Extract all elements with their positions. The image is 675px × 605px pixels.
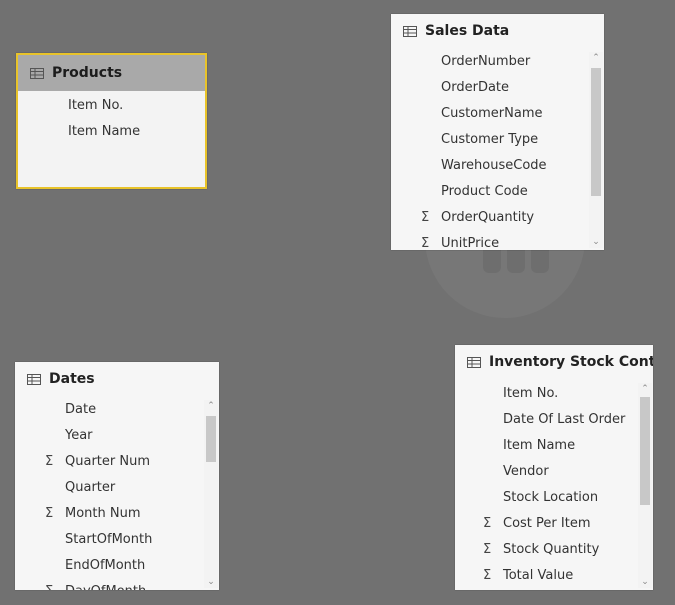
- field-label: OrderNumber: [441, 54, 531, 69]
- table-title: Dates: [49, 371, 95, 387]
- field-label: Stock Quantity: [503, 542, 600, 557]
- field-item[interactable]: Stock Location: [455, 485, 653, 511]
- table-card-sales-data[interactable]: Sales Data OrderNumber OrderDate CustomerN…: [391, 14, 604, 250]
- table-card-dates[interactable]: Dates Date Year Σ Quarter Num Quarter Σ Month …: [15, 362, 219, 590]
- field-label: DayOfMonth: [65, 584, 146, 590]
- scrollbar[interactable]: ⌃ ⌄: [638, 383, 652, 588]
- field-item[interactable]: StartOfMonth: [15, 527, 219, 553]
- table-icon: [30, 67, 44, 79]
- field-label: Month Num: [65, 506, 141, 521]
- field-list: OrderNumber OrderDate CustomerName Customer…: [391, 48, 604, 250]
- field-label: Quarter: [65, 480, 116, 495]
- field-item[interactable]: Item No.: [18, 93, 205, 119]
- field-label: Quarter Num: [65, 454, 150, 469]
- scrollbar[interactable]: ⌃ ⌄: [204, 400, 218, 588]
- table-title: Products: [52, 65, 123, 81]
- field-label: CustomerName: [441, 106, 543, 121]
- field-item[interactable]: Σ UnitPrice: [391, 231, 604, 250]
- field-item[interactable]: Σ Quarter Num: [15, 449, 219, 475]
- field-item[interactable]: Σ Cost Per Item: [455, 511, 653, 537]
- sigma-icon: Σ: [45, 579, 53, 590]
- sigma-icon: Σ: [421, 210, 430, 225]
- field-label: Item No.: [68, 98, 124, 113]
- field-item[interactable]: Date: [15, 397, 219, 423]
- scrollbar[interactable]: ⌃ ⌄: [589, 52, 603, 248]
- field-label: Vendor: [503, 464, 549, 479]
- field-item[interactable]: Σ Total Value: [455, 563, 653, 589]
- field-item[interactable]: WarehouseCode: [391, 153, 604, 179]
- field-label: OrderQuantity: [441, 210, 535, 225]
- table-card-products[interactable]: Products Item No. Item Name: [16, 53, 207, 189]
- field-label: Customer Type: [441, 132, 539, 147]
- field-item[interactable]: Σ Stock Quantity: [455, 537, 653, 563]
- chevron-down-icon[interactable]: ⌄: [204, 576, 218, 588]
- table-header-dates[interactable]: Dates: [15, 362, 219, 396]
- field-label: Product Code: [441, 184, 528, 199]
- field-item[interactable]: Year: [15, 423, 219, 449]
- scrollbar-thumb[interactable]: [591, 68, 601, 196]
- field-label: Total Value: [503, 568, 574, 583]
- field-item[interactable]: Vendor: [455, 459, 653, 485]
- table-header-inventory-stock-control[interactable]: Inventory Stock Control: [455, 345, 653, 379]
- chevron-up-icon[interactable]: ⌃: [638, 383, 652, 395]
- field-item[interactable]: Σ OrderQuantity: [391, 205, 604, 231]
- field-item[interactable]: OrderDate: [391, 75, 604, 101]
- field-label: Item Name: [503, 438, 576, 453]
- field-label: WarehouseCode: [441, 158, 547, 173]
- field-label: Item Name: [68, 124, 141, 139]
- field-item[interactable]: Quarter: [15, 475, 219, 501]
- field-item[interactable]: Item No.: [455, 381, 653, 407]
- table-icon: [403, 25, 417, 37]
- scrollbar-thumb[interactable]: [640, 397, 650, 505]
- field-label: Item No.: [503, 386, 559, 401]
- field-label: StartOfMonth: [65, 532, 153, 547]
- field-item[interactable]: EndOfMonth: [15, 553, 219, 579]
- chevron-down-icon[interactable]: ⌄: [589, 236, 603, 248]
- sigma-icon: Σ: [45, 506, 54, 521]
- field-item[interactable]: Customer Type: [391, 127, 604, 153]
- sigma-icon: Σ: [45, 454, 54, 469]
- sigma-icon: Σ: [483, 542, 492, 557]
- sigma-icon: Σ: [421, 236, 430, 250]
- field-item[interactable]: CustomerName: [391, 101, 604, 127]
- table-icon: [27, 373, 41, 385]
- chevron-up-icon[interactable]: ⌃: [589, 52, 603, 64]
- table-title: Sales Data: [425, 23, 510, 39]
- table-icon: [467, 356, 481, 368]
- table-card-inventory-stock-control[interactable]: Inventory Stock Control Item No. Date Of …: [455, 345, 653, 590]
- field-item[interactable]: Σ Month Num: [15, 501, 219, 527]
- sigma-icon: Σ: [483, 568, 492, 583]
- field-item[interactable]: Item Name: [455, 433, 653, 459]
- field-label: Date Of Last Order: [503, 412, 626, 427]
- sigma-icon: Σ: [483, 516, 492, 531]
- field-label: OrderDate: [441, 80, 510, 95]
- table-header-products[interactable]: Products: [18, 55, 205, 91]
- field-item[interactable]: Σ DayOfMonth: [15, 579, 219, 590]
- table-title: Inventory Stock Control: [489, 354, 653, 370]
- field-label: Cost Per Item: [503, 516, 591, 531]
- field-label: EndOfMonth: [65, 558, 146, 573]
- field-label: Stock Location: [503, 490, 599, 505]
- scrollbar-thumb[interactable]: [206, 416, 216, 462]
- field-item[interactable]: OrderNumber: [391, 49, 604, 75]
- chevron-up-icon[interactable]: ⌃: [204, 400, 218, 412]
- field-item[interactable]: Item Name: [18, 119, 205, 145]
- chevron-down-icon[interactable]: ⌄: [638, 576, 652, 588]
- field-list: Date Year Σ Quarter Num Quarter Σ Month Num Sta…: [15, 396, 219, 590]
- field-label: Date: [65, 402, 97, 417]
- field-list: Item No. Item Name: [18, 91, 205, 145]
- field-item[interactable]: Date Of Last Order: [455, 407, 653, 433]
- table-header-sales-data[interactable]: Sales Data: [391, 14, 604, 48]
- field-list: Item No. Date Of Last Order Item Name Vendo…: [455, 379, 653, 589]
- field-item[interactable]: Product Code: [391, 179, 604, 205]
- field-label: UnitPrice: [441, 236, 500, 250]
- field-label: Year: [65, 428, 93, 443]
